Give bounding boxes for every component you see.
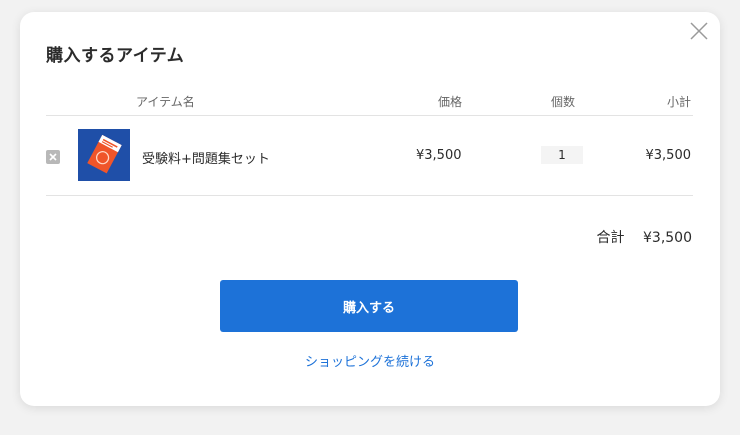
item-subtotal: ¥3,500 bbox=[645, 148, 692, 163]
order-total: 合計 ¥3,500 bbox=[597, 227, 692, 247]
total-label: 合計 bbox=[596, 230, 625, 246]
close-icon bbox=[690, 22, 708, 40]
book-cover-image bbox=[78, 129, 130, 181]
header-subtotal: 小計 bbox=[666, 95, 691, 109]
cart-table: アイテム名 価格 個数 小計 受験料+問題集セット ¥3,500 1 ¥3,50… bbox=[46, 87, 693, 196]
header-item-name: アイテム名 bbox=[136, 95, 195, 109]
remove-x-icon bbox=[49, 153, 57, 161]
close-button[interactable] bbox=[688, 20, 710, 42]
total-value: ¥3,500 bbox=[643, 230, 692, 246]
item-thumbnail bbox=[78, 129, 130, 181]
table-row: 受験料+問題集セット ¥3,500 ¥3,500 bbox=[46, 116, 693, 196]
remove-item-button[interactable] bbox=[46, 150, 60, 164]
header-quantity: 個数 bbox=[551, 95, 576, 109]
quantity-field[interactable] bbox=[541, 146, 583, 164]
purchase-button[interactable]: 購入する bbox=[220, 280, 518, 332]
modal-title: 購入するアイテム bbox=[46, 46, 185, 66]
table-header: アイテム名 価格 個数 小計 bbox=[46, 87, 693, 116]
header-price: 価格 bbox=[438, 95, 463, 109]
purchase-modal: 購入するアイテム アイテム名 価格 個数 小計 受験料+問題集セット ¥3,50… bbox=[20, 12, 720, 406]
item-price: ¥3,500 bbox=[416, 148, 462, 163]
item-name: 受験料+問題集セット bbox=[142, 152, 270, 167]
continue-shopping-link[interactable]: ショッピングを続ける bbox=[20, 351, 720, 370]
